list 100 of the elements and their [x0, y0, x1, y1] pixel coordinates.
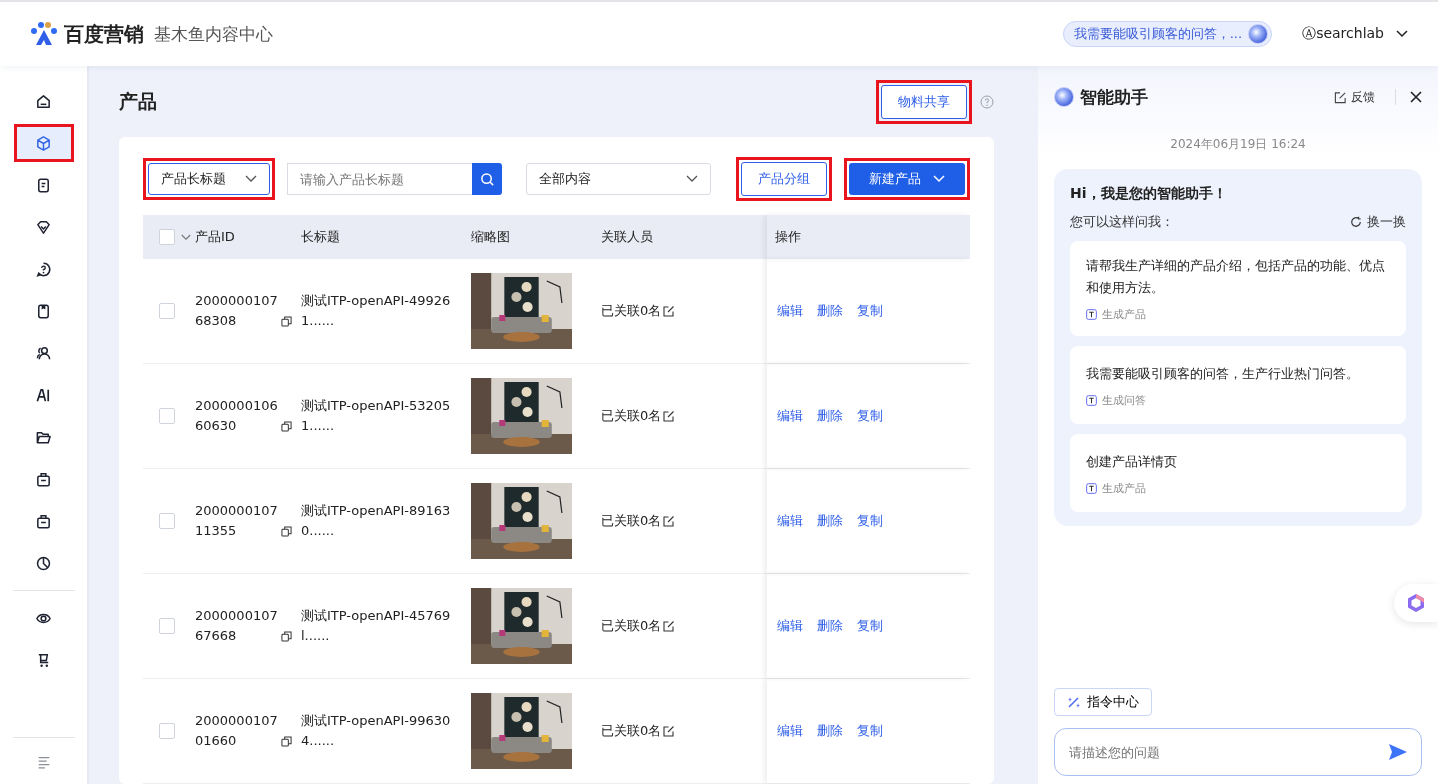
bookmark-icon [35, 302, 52, 320]
pie-chart-icon [35, 554, 52, 572]
text-icon [1086, 309, 1097, 320]
edit-icon[interactable] [663, 305, 676, 317]
feedback-button[interactable]: 反馈 [1328, 87, 1381, 107]
timestamp: 2024年06月19日 16:24 [1169, 136, 1307, 153]
copy-icon[interactable] [281, 316, 292, 327]
action-link[interactable]: 复制 [857, 512, 883, 530]
column-header: 操作 [775, 228, 801, 246]
linked-people[interactable]: 已关联0名 [601, 407, 662, 425]
share-materials-button[interactable]: 物料共享 [881, 84, 967, 119]
brand-name: 百度营销 [64, 20, 144, 48]
action-link[interactable]: 复制 [857, 722, 883, 740]
field-select[interactable]: 产品长标题 [148, 163, 270, 195]
new-product-button[interactable]: 新建产品 [849, 163, 965, 195]
linked-people[interactable]: 已关联0名 [601, 617, 662, 635]
search-button[interactable] [472, 163, 502, 195]
row-checkbox[interactable] [159, 723, 175, 739]
linked-people[interactable]: 已关联0名 [601, 722, 662, 740]
row-checkbox[interactable] [159, 618, 175, 634]
edit-icon[interactable] [663, 725, 676, 737]
briefcase-icon [35, 470, 52, 488]
ai-icon [35, 386, 52, 404]
prompt-chip[interactable]: 我需要能吸引顾客的问答，... [1062, 21, 1273, 47]
action-link[interactable]: 删除 [817, 407, 843, 425]
magic-wand-icon [1067, 695, 1081, 709]
assistant-orb-icon [1248, 24, 1269, 44]
copy-icon[interactable] [281, 526, 292, 537]
column-header: 长标题 [301, 228, 340, 246]
action-link[interactable]: 删除 [817, 512, 843, 530]
chevron-down-icon [1396, 30, 1408, 38]
text-icon [1086, 394, 1097, 406]
suggestion-card[interactable]: 请帮我生产详细的产品介绍，包括产品的功能、优点和使用方法。 生成产品 [1070, 241, 1406, 336]
edit-icon [1334, 90, 1347, 104]
assistant-title: 智能助手 [1080, 85, 1148, 109]
column-header: 关联人员 [601, 228, 653, 246]
question-icon [35, 260, 52, 278]
product-title: 测试ITP-openAPI-532051...... [301, 397, 452, 435]
hint-text: 您可以这样问我： [1070, 213, 1174, 231]
page-title: 产品 [119, 88, 157, 114]
column-header: 产品ID [195, 228, 235, 246]
action-link[interactable]: 编辑 [777, 512, 803, 530]
caret-icon[interactable] [181, 233, 191, 241]
question-field[interactable]: 请描述您的问题 [1054, 728, 1422, 776]
document-icon [35, 176, 52, 194]
edit-icon[interactable] [663, 620, 676, 632]
copy-icon[interactable] [281, 421, 292, 432]
action-link[interactable]: 复制 [857, 302, 883, 320]
user-menu[interactable]: Ⓐsearchlab [1296, 24, 1414, 44]
product-title: 测试ITP-openAPI-996304...... [301, 712, 452, 750]
action-link[interactable]: 编辑 [777, 302, 803, 320]
action-link[interactable]: 编辑 [777, 617, 803, 635]
row-checkbox[interactable] [159, 513, 175, 529]
row-checkbox[interactable] [159, 303, 175, 319]
suggestion-card[interactable]: 我需要能吸引顾客的问答，生产行业热门问答。 生成问答 [1070, 346, 1406, 424]
edit-icon[interactable] [663, 515, 676, 527]
copy-icon[interactable] [281, 736, 292, 747]
product-title: 测试ITP-openAPI-45769l...... [301, 607, 452, 645]
home-icon [35, 92, 52, 110]
hexagon-logo-icon [1406, 593, 1426, 613]
product-title: 测试ITP-openAPI-891630...... [301, 502, 452, 540]
linked-people[interactable]: 已关联0名 [601, 302, 662, 320]
action-link[interactable]: 编辑 [777, 722, 803, 740]
floating-app-button[interactable] [1394, 584, 1438, 622]
suggestion-card[interactable]: 创建产品详情页 生成产品 [1070, 434, 1406, 512]
search-field[interactable]: 请输入产品长标题 [287, 163, 472, 195]
chevron-down-icon [245, 175, 257, 183]
product-id: 200000010767668 [195, 607, 279, 645]
close-icon[interactable] [1410, 91, 1422, 103]
action-link[interactable]: 删除 [817, 302, 843, 320]
content-select[interactable]: 全部内容 [526, 163, 711, 195]
send-icon[interactable] [1388, 743, 1408, 761]
chevron-down-icon [933, 175, 945, 183]
cube-icon [35, 134, 52, 152]
product-id: 200000010768308 [195, 292, 279, 330]
briefcase-icon [35, 512, 52, 530]
product-group-button[interactable]: 产品分组 [741, 162, 827, 196]
column-header: 缩略图 [471, 228, 510, 246]
diamond-icon [35, 218, 52, 236]
refresh-button[interactable]: 换一换 [1350, 213, 1406, 231]
action-link[interactable]: 复制 [857, 617, 883, 635]
copy-icon[interactable] [281, 631, 292, 642]
product-id: 200000010711355 [195, 502, 279, 540]
product-name: 基木鱼内容中心 [154, 22, 273, 46]
select-all-checkbox[interactable] [159, 229, 175, 245]
action-link[interactable]: 复制 [857, 407, 883, 425]
row-checkbox[interactable] [159, 408, 175, 424]
action-link[interactable]: 删除 [817, 722, 843, 740]
action-link[interactable]: 编辑 [777, 407, 803, 425]
greeting: Hi，我是您的智能助手！ [1070, 185, 1228, 203]
search-icon [479, 171, 495, 187]
product-id: 200000010701660 [195, 712, 279, 750]
product-id: 200000010660630 [195, 397, 279, 435]
edit-icon[interactable] [663, 410, 676, 422]
refresh-icon [1350, 216, 1362, 228]
action-link[interactable]: 删除 [817, 617, 843, 635]
command-center-button[interactable]: 指令中心 [1054, 688, 1152, 716]
linked-people[interactable]: 已关联0名 [601, 512, 662, 530]
text-icon [1086, 482, 1097, 494]
chevron-down-icon [686, 175, 698, 183]
